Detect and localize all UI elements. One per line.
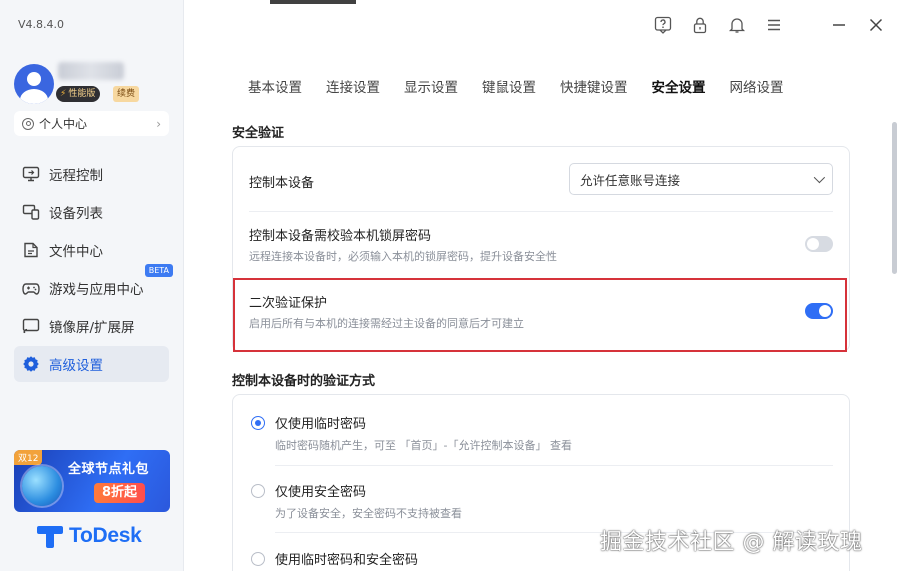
menu-icon[interactable] xyxy=(763,14,785,36)
help-icon[interactable] xyxy=(652,14,674,36)
gamepad-icon xyxy=(22,279,40,297)
close-icon[interactable] xyxy=(865,14,887,36)
personal-center-button[interactable]: 个人中心 › xyxy=(14,111,169,136)
sidebar-item-label: 高级设置 xyxy=(49,358,103,374)
verify-option-desc: 临时密码随机产生，可至 「首页」-「允许控制本设备」 查看 xyxy=(275,439,572,452)
verify-option-secure[interactable]: 仅使用安全密码 为了设备安全，安全密码不支持被查看 xyxy=(251,481,833,521)
sidebar-item-label: 远程控制 xyxy=(49,168,103,184)
verify-option-desc: 为了设备安全，安全密码不支持被查看 xyxy=(275,507,462,520)
sidebar-item-label: 文件中心 xyxy=(49,244,103,260)
lock-password-toggle[interactable] xyxy=(805,236,833,252)
sidebar: V4.8.4.0 ⚡ 性能版 续费 个人中心 › 远程控制 设备列表 文件中心 … xyxy=(0,0,184,571)
personal-center-label: 个人中心 xyxy=(39,117,88,131)
gear-icon xyxy=(22,355,40,373)
sidebar-item-label: 设备列表 xyxy=(49,206,103,222)
screen-cast-icon xyxy=(22,317,40,335)
verify-option-temp[interactable]: 仅使用临时密码 临时密码随机产生，可至 「首页」-「允许控制本设备」 查看 xyxy=(251,413,833,453)
divider xyxy=(249,211,833,212)
beta-badge: BETA xyxy=(144,264,173,277)
brand-name: ToDesk xyxy=(69,524,142,547)
radio-both-passwords[interactable] xyxy=(251,552,265,566)
promo-title: 全球节点礼包 xyxy=(68,462,150,477)
section-title-verify-method: 控制本设备时的验证方式 xyxy=(232,374,376,389)
chevron-down-icon xyxy=(813,171,826,184)
tab-shortcuts[interactable]: 快捷键设置 xyxy=(560,76,628,96)
radio-secure-password[interactable] xyxy=(251,484,265,498)
sidebar-item-label: 镜像屏/扩展屏 xyxy=(49,320,135,336)
app-version: V4.8.4.0 xyxy=(18,18,65,31)
lock-icon[interactable] xyxy=(689,14,711,36)
bell-icon[interactable] xyxy=(726,14,748,36)
verify-option-label: 仅使用安全密码 xyxy=(275,485,367,500)
cropped-title-fragment xyxy=(270,0,356,4)
settings-tabs: 基本设置 连接设置 显示设置 键鼠设置 快捷键设置 安全设置 网络设置 xyxy=(248,76,784,96)
window-controls xyxy=(652,14,887,36)
lock-password-row: 控制本设备需校验本机锁屏密码 远程连接本设备时，必须输入本机的锁屏密码，提升设备… xyxy=(249,225,833,264)
scrollbar[interactable] xyxy=(892,122,897,274)
divider xyxy=(275,465,833,466)
highlight-box xyxy=(233,278,847,352)
minimize-icon[interactable] xyxy=(828,14,850,36)
sidebar-item-game-app-center[interactable]: 游戏与应用中心 BETA xyxy=(14,264,173,306)
devices-icon xyxy=(22,203,40,221)
tab-connection[interactable]: 连接设置 xyxy=(326,76,380,96)
performance-badge: ⚡ 性能版 xyxy=(56,86,101,102)
todesk-logo-icon xyxy=(37,524,63,548)
sidebar-item-device-list[interactable]: 设备列表 xyxy=(14,194,169,230)
performance-badge-label: 性能版 xyxy=(68,89,96,99)
monitor-icon xyxy=(22,165,40,183)
watermark: 掘金技术社区 @ 解读玫瑰 xyxy=(600,530,863,555)
bolt-icon: ⚡ xyxy=(60,89,67,99)
select-value: 允许任意账号连接 xyxy=(580,172,681,188)
sidebar-item-remote-control[interactable]: 远程控制 xyxy=(14,156,169,192)
lock-password-label: 控制本设备需校验本机锁屏密码 xyxy=(249,229,432,244)
sidebar-item-mirror-screen[interactable]: 镜像屏/扩展屏 xyxy=(14,308,169,344)
avatar[interactable] xyxy=(14,64,54,104)
tab-network[interactable]: 网络设置 xyxy=(730,76,784,96)
brand-logo: ToDesk xyxy=(37,524,142,548)
tab-display[interactable]: 显示设置 xyxy=(404,76,458,96)
connection-permission-select[interactable]: 允许任意账号连接 xyxy=(569,163,833,195)
renew-button[interactable]: 续费 xyxy=(113,86,140,102)
promo-tag: 双12 xyxy=(14,450,43,465)
lock-password-desc: 远程连接本设备时，必须输入本机的锁屏密码，提升设备安全性 xyxy=(249,250,557,263)
chevron-right-icon: › xyxy=(156,116,161,131)
sidebar-item-advanced-settings[interactable]: 高级设置 xyxy=(14,346,169,382)
tab-keyboard-mouse[interactable]: 键鼠设置 xyxy=(482,76,536,96)
promo-banner[interactable]: 双12 全球节点礼包 8折起 xyxy=(14,450,170,512)
sidebar-item-file-center[interactable]: 文件中心 xyxy=(14,232,169,268)
sidebar-nav: 远程控制 设备列表 文件中心 游戏与应用中心 BETA 镜像屏/扩展屏 高级设置 xyxy=(14,156,173,384)
tab-security[interactable]: 安全设置 xyxy=(652,76,706,96)
promo-discount: 8折起 xyxy=(94,483,146,503)
section-title-security: 安全验证 xyxy=(232,126,285,141)
sidebar-item-label: 游戏与应用中心 xyxy=(49,282,144,298)
globe-icon xyxy=(22,466,62,506)
verify-option-label: 仅使用临时密码 xyxy=(275,417,367,432)
username-blurred xyxy=(58,62,124,80)
radio-temp-password[interactable] xyxy=(251,416,265,430)
tab-basic[interactable]: 基本设置 xyxy=(248,76,302,96)
user-icon xyxy=(22,117,34,130)
file-icon xyxy=(22,241,40,259)
